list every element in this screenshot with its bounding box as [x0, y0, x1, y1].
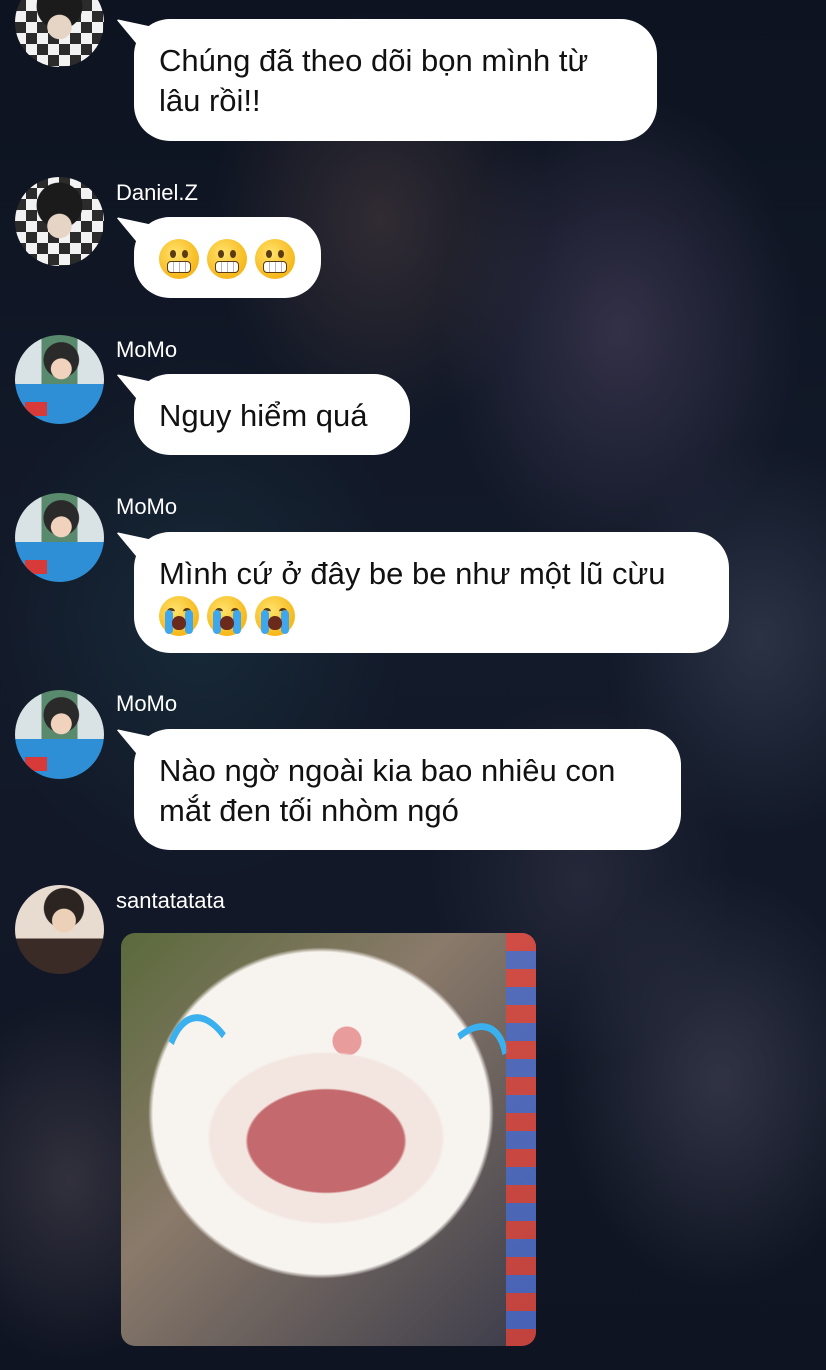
- message-bubble[interactable]: Mình cứ ở đây be be như một lũ cừu: [134, 532, 729, 653]
- message-text: Nào ngờ ngoài kia bao nhiêu con: [159, 753, 616, 788]
- message-text: Nguy hiểm quá: [159, 398, 368, 433]
- message-text: mắt đen tối nhòm ngó: [159, 793, 459, 828]
- sender-name: MoMo: [116, 337, 178, 362]
- emoji-row: [159, 596, 703, 636]
- message-text: lâu rồi!!: [159, 83, 261, 118]
- avatar-santatatata[interactable]: [15, 885, 104, 974]
- message-bubble[interactable]: Nào ngờ ngoài kia bao nhiêu con mắt đen …: [134, 729, 681, 850]
- avatar-momo[interactable]: [15, 690, 104, 779]
- message-bubble[interactable]: [134, 217, 321, 298]
- loudly-crying-face-icon: [207, 596, 247, 636]
- message-bubble[interactable]: Nguy hiểm quá: [134, 374, 410, 455]
- crying-cat-photo[interactable]: [121, 933, 536, 1346]
- message-text: Mình cứ ở đây be be như một lũ cừu: [159, 556, 666, 591]
- sender-name: santatatata: [116, 888, 225, 913]
- grimacing-face-icon: [207, 239, 247, 279]
- sender-name: MoMo: [116, 691, 178, 716]
- loudly-crying-face-icon: [255, 596, 295, 636]
- photo-background-stripe: [506, 933, 536, 1346]
- emoji-row: [159, 239, 295, 279]
- avatar-momo[interactable]: [15, 493, 104, 582]
- avatar-momo[interactable]: [15, 335, 104, 424]
- sender-name: Daniel.Z: [116, 180, 198, 205]
- tear-drawing: [142, 1007, 284, 1293]
- avatar-daniel-z[interactable]: [15, 177, 104, 266]
- message-bubble[interactable]: Chúng đã theo dõi bọn mình từ lâu rồi!!: [134, 19, 657, 141]
- grimacing-face-icon: [159, 239, 199, 279]
- message-text: Chúng đã theo dõi bọn mình từ: [159, 43, 589, 78]
- sender-name: MoMo: [116, 494, 178, 519]
- grimacing-face-icon: [255, 239, 295, 279]
- loudly-crying-face-icon: [159, 596, 199, 636]
